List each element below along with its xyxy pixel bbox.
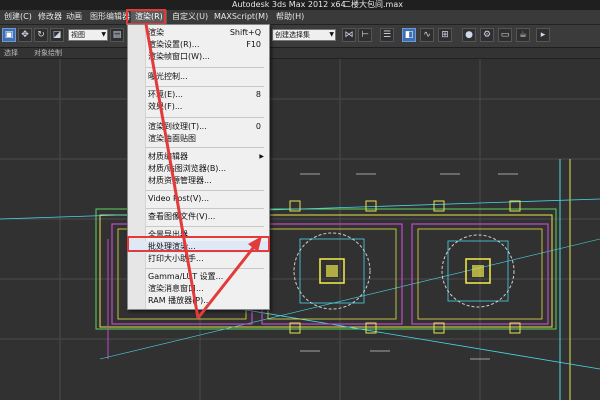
arrow-shaft — [144, 23, 200, 319]
annotation-arrow — [144, 23, 262, 319]
arrow-shaft-2 — [196, 242, 259, 319]
